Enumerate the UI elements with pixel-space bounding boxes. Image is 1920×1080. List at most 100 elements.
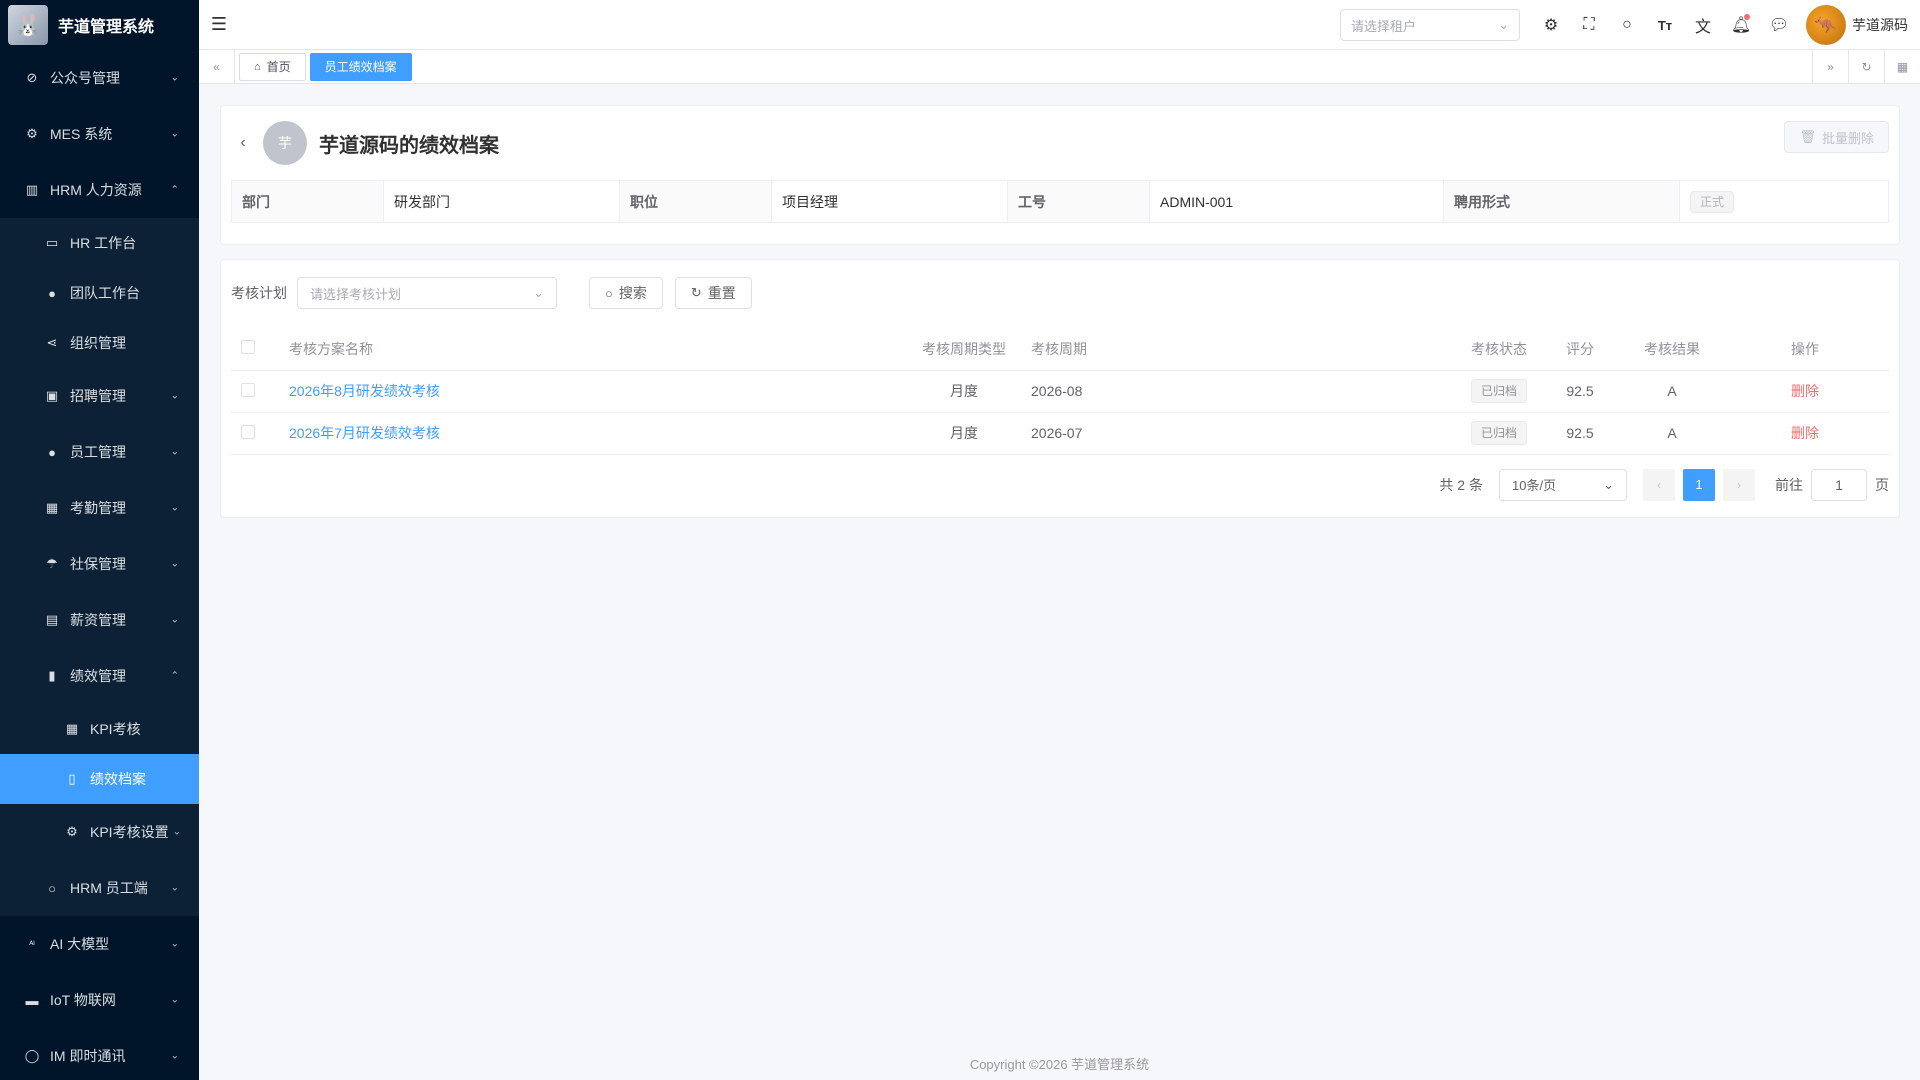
col-action: 操作 — [1721, 328, 1889, 371]
share-icon: ⋖ — [46, 335, 58, 350]
message-icon[interactable]: 💬︎ — [1760, 0, 1798, 50]
status-badge: 已归档 — [1471, 421, 1527, 445]
search-icon[interactable]: ○ — [1608, 0, 1646, 50]
chevron-right-icon: › — [1737, 477, 1741, 492]
type-value-cell: 正式 — [1679, 180, 1889, 223]
sidebar-item-performance-archive[interactable]: ▯ 绩效档案 — [0, 754, 199, 804]
row-period: 2026-08 — [1021, 370, 1461, 413]
user-menu[interactable]: 🦘 芋道源码 — [1798, 5, 1920, 45]
search-icon: ○ — [605, 285, 613, 301]
select-all-checkbox[interactable] — [241, 340, 255, 355]
chevron-down-icon: ⌄ — [170, 558, 179, 570]
app-title: 芋道管理系统 — [58, 19, 155, 36]
search-button[interactable]: ○ 搜索 — [589, 277, 663, 309]
tab-performance-archive[interactable]: 员工绩效档案 — [309, 52, 412, 81]
sidebar-item-recruit[interactable]: ▣ 招聘管理 ⌄ — [0, 368, 199, 424]
money-icon: ▤ — [45, 612, 59, 627]
double-chevron-left-icon[interactable]: « — [199, 49, 235, 84]
refresh-icon[interactable]: ↻ — [1848, 50, 1884, 84]
translate-icon[interactable]: 文 — [1684, 0, 1722, 50]
sidebar-item-performance[interactable]: ▮ 绩效管理 ⌃ — [0, 648, 199, 704]
tenant-select[interactable]: 请选择租户 ⌄ — [1340, 9, 1520, 41]
font-size-icon[interactable]: Tт — [1646, 0, 1684, 50]
prev-page-button[interactable]: ‹ — [1643, 468, 1675, 501]
sidebar-item-salary[interactable]: ▤ 薪资管理 ⌄ — [0, 592, 199, 648]
no-label: 工号 — [1007, 180, 1150, 223]
reset-button[interactable]: ↻ 重置 — [674, 277, 752, 309]
goto-page-input[interactable]: 1 — [1811, 468, 1867, 501]
col-status: 考核状态 — [1461, 328, 1537, 371]
sidebar-item-team-workbench[interactable]: ● 团队工作台 — [0, 268, 199, 318]
plan-name-link[interactable]: 2026年8月研发绩效考核 — [289, 383, 440, 399]
sidebar-item-insurance[interactable]: ☂ 社保管理 ⌄ — [0, 536, 199, 592]
sidebar-item-hrm-employee[interactable]: ○ HRM 员工端 ⌄ — [0, 860, 199, 916]
select-all-cell — [231, 328, 279, 371]
tab-label: 首页 — [266, 60, 291, 74]
grid-icon[interactable]: ▦ — [1884, 50, 1920, 84]
row-score: 92.5 — [1537, 412, 1623, 455]
calendar-icon: ▦ — [65, 721, 79, 736]
tabs-bar: « ⌂ 首页 员工绩效档案 » ↻ ▦ — [199, 49, 1920, 84]
page-number-current[interactable]: 1 — [1683, 468, 1715, 501]
sidebar-item-label: KPI考核 — [90, 721, 141, 737]
page-size-select[interactable]: 10条/页 ⌄ — [1499, 468, 1627, 501]
row-name-cell: 2026年7月研发绩效考核 — [279, 412, 907, 455]
sidebar-item-employee[interactable]: ● 员工管理 ⌄ — [0, 424, 199, 480]
menu-toggle-icon[interactable]: ☰ — [199, 14, 239, 35]
sidebar-item-label: 社保管理 — [70, 556, 126, 572]
sidebar-item-kpi[interactable]: ▦ KPI考核 — [0, 704, 199, 754]
sidebar-item-im[interactable]: ◯ IM 即时通讯 ⌄ — [0, 1028, 199, 1080]
sidebar-item-ai[interactable]: ᴬᴵ AI 大模型 ⌄ — [0, 916, 199, 972]
sidebar-item-label: 绩效档案 — [90, 771, 146, 787]
gear-icon[interactable]: ⚙ — [1532, 0, 1570, 50]
row-period-type: 月度 — [907, 412, 1021, 455]
reset-label: 重置 — [707, 285, 736, 301]
chevron-down-icon: ⌄ — [170, 994, 179, 1006]
refresh-icon: ↻ — [690, 285, 702, 300]
logo-icon: 🐰 — [8, 5, 48, 45]
bell-icon[interactable]: 🔔︎ — [1722, 0, 1760, 50]
delete-button[interactable]: 删除 — [1791, 383, 1819, 399]
plan-name-link[interactable]: 2026年7月研发绩效考核 — [289, 425, 440, 441]
chevron-up-icon: ⌃ — [170, 670, 179, 682]
tab-home[interactable]: ⌂ 首页 — [239, 52, 306, 81]
sidebar-item-mp[interactable]: ⊘ 公众号管理 ⌄ — [0, 50, 199, 106]
row-period: 2026-07 — [1021, 412, 1461, 455]
sidebar-item-label: 员工管理 — [70, 444, 126, 460]
ai-icon: ᴬᴵ — [29, 939, 35, 949]
sidebar-item-hr-workbench[interactable]: ▭ HR 工作台 — [0, 218, 199, 268]
row-period-type: 月度 — [907, 370, 1021, 413]
batch-delete-label: 批量删除 — [1821, 130, 1874, 146]
row-checkbox[interactable] — [241, 424, 255, 439]
sidebar-item-iot[interactable]: ▬ IoT 物联网 ⌄ — [0, 972, 199, 1028]
sidebar-item-label: IoT 物联网 — [50, 992, 116, 1008]
plan-select[interactable]: 请选择考核计划 ⌄ — [297, 277, 557, 309]
sidebar-item-label: 组织管理 — [70, 335, 126, 351]
performance-list-card: 考核计划 请选择考核计划 ⌄ ○ 搜索 ↻ 重置 考核方案名称 考核周期类型 考… — [220, 259, 1900, 518]
compass-icon: ⊘ — [26, 70, 38, 85]
delete-button[interactable]: 删除 — [1791, 425, 1819, 441]
sidebar-item-attendance[interactable]: ▦ 考勤管理 ⌄ — [0, 480, 199, 536]
back-arrow-icon[interactable]: ‹ — [231, 134, 255, 152]
car-icon: ▬ — [25, 992, 39, 1008]
chevron-down-icon: ⌄ — [170, 128, 179, 140]
post-value: 项目经理 — [771, 180, 1008, 223]
chat-icon: ◯ — [24, 1048, 40, 1063]
user-icon: ● — [48, 285, 56, 301]
sidebar-item-mes[interactable]: ⚙ MES 系统 ⌄ — [0, 106, 199, 162]
chevron-down-icon: ⌄ — [170, 446, 179, 458]
row-checkbox[interactable] — [241, 382, 255, 397]
trash-icon: 🗑︎ — [1799, 129, 1816, 144]
brand[interactable]: 🐰 芋道管理系统 — [0, 0, 199, 50]
sidebar-item-org[interactable]: ⋖ 组织管理 — [0, 318, 199, 368]
next-page-button[interactable]: › — [1723, 468, 1755, 501]
double-chevron-right-icon[interactable]: » — [1812, 50, 1848, 84]
user-icon: ● — [48, 444, 56, 460]
user-name: 芋道源码 — [1852, 17, 1908, 33]
chevron-down-icon: ⌄ — [170, 390, 179, 402]
employee-info-table: 部门 研发部门 职位 项目经理 工号 ADMIN-001 聘用形式 正式 — [231, 180, 1889, 223]
batch-delete-button[interactable]: 🗑︎ 批量删除 — [1784, 121, 1889, 153]
sidebar-item-kpi-settings[interactable]: ⚙ KPI考核设置 ⌄ — [0, 804, 199, 860]
fullscreen-icon[interactable]: ⛶ — [1570, 0, 1608, 50]
sidebar-item-hrm[interactable]: ▥ HRM 人力资源 ⌃ — [0, 162, 199, 218]
